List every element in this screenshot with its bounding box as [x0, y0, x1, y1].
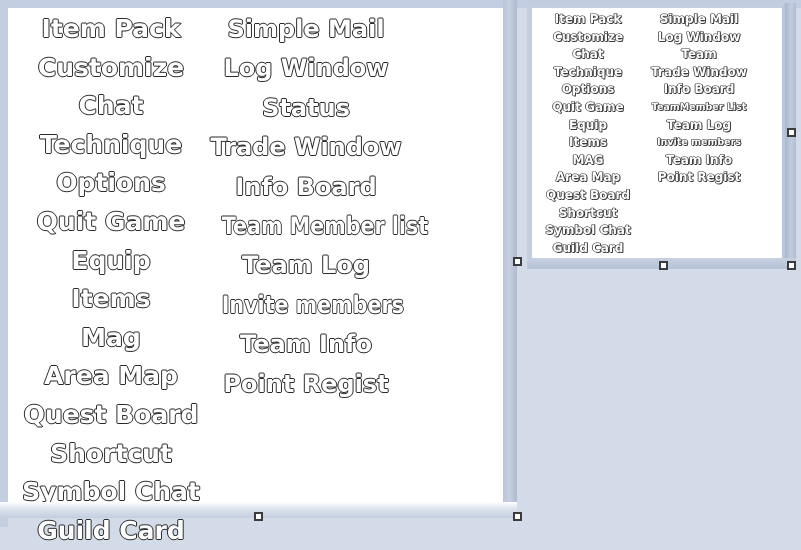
- main-menu-item-col1-3: Chat: [78, 91, 144, 121]
- left-edge-band: [0, 0, 8, 527]
- preview-menu-item-col1-12: Shortcut: [558, 205, 618, 220]
- preview-menu-item-col1-1: Item Pack: [554, 12, 622, 27]
- main-menu-item-col2-3: Status: [262, 93, 351, 122]
- main-menu-item-col2-6: Team Member list: [221, 211, 429, 241]
- preview-menu-item-col1-14: Guild Card: [552, 240, 624, 255]
- main-canvas-right-edge[interactable]: [503, 0, 517, 510]
- preview-menu-column-2: Simple Mail Log Window Team Trade Window Inf…: [644, 11, 754, 187]
- preview-menu-item-col2-2: Log Window: [657, 29, 741, 44]
- preview-menu-item-col2-1: Simple Mail: [659, 12, 739, 27]
- preview-menu-item-col2-5: Info Board: [663, 82, 735, 97]
- preview-menu-item-col2-4: Trade Window: [651, 64, 747, 79]
- main-menu-item-col2-10: Point Regist: [223, 369, 389, 398]
- preview-menu-item-col1-4: Technique: [553, 64, 623, 79]
- main-menu-column-1: Item Pack Customize Chat Technique Options Qu…: [16, 10, 206, 550]
- main-menu-item-col2-5: Info Board: [235, 172, 377, 201]
- preview-menu-column-1: Item Pack Customize Chat Technique Options Qu…: [536, 11, 640, 257]
- main-menu-item-col1-11: Quest Board: [23, 399, 199, 429]
- preview-menu-item-col2-9: Team Info: [666, 152, 733, 167]
- main-menu-item-col2-4: Trade Window: [210, 133, 402, 162]
- main-menu-item-col2-2: Log Window: [223, 54, 389, 83]
- preview-thumbnail-panel[interactable]: Item Pack Customize Chat Technique Options Qu…: [527, 3, 785, 262]
- main-menu-item-col1-10: Area Map: [44, 361, 179, 391]
- preview-menu-item-col2-10: Point Regist: [657, 170, 741, 185]
- preview-menu-item-col2-7: Team Log: [667, 117, 732, 132]
- main-menu-item-col2-8: Invite members: [221, 290, 404, 319]
- handle-preview-right-middle[interactable]: [787, 128, 796, 137]
- preview-menu-item-col1-10: Area Map: [555, 170, 621, 185]
- main-menu-item-col1-4: Technique: [39, 129, 183, 159]
- main-menu-item-col2-7: Team Log: [241, 251, 370, 280]
- main-menu-item-col1-6: Quit Game: [36, 206, 186, 236]
- main-menu-item-col1-8: Items: [71, 284, 151, 314]
- preview-menu-item-col1-2: Customize: [552, 29, 624, 44]
- main-menu-item-col1-2: Customize: [37, 52, 185, 82]
- preview-menu-item-col1-13: Symbol Chat: [545, 223, 631, 238]
- handle-main-right-middle[interactable]: [513, 257, 522, 266]
- handle-preview-bottom-right[interactable]: [787, 261, 796, 270]
- main-menu-item-col1-12: Shortcut: [50, 438, 173, 468]
- main-menu-column-2: Simple Mail Log Window Status Trade Window I…: [208, 10, 429, 404]
- handle-main-bottom-center[interactable]: [254, 512, 263, 521]
- preview-menu-item-col1-5: Options: [561, 82, 615, 97]
- preview-menu-item-col2-8: Invite members: [657, 137, 742, 149]
- handle-preview-bottom-center[interactable]: [659, 261, 668, 270]
- main-menu-item-col2-9: Team Info: [239, 330, 372, 359]
- preview-menu-item-col1-7: Equip: [568, 117, 608, 132]
- main-menu-item-col1-9: Mag: [81, 322, 142, 352]
- main-menu-item-col1-1: Item Pack: [41, 13, 181, 43]
- main-menu-item-col1-5: Options: [56, 168, 167, 198]
- main-menu-item-col1-7: Equip: [71, 245, 151, 275]
- preview-menu-item-col2-6: TeamMember List: [651, 101, 747, 114]
- preview-menu-item-col1-11: Quest Board: [546, 187, 631, 203]
- handle-main-bottom-right[interactable]: [513, 512, 522, 521]
- main-text-canvas[interactable]: Item Pack Customize Chat Technique Options Qu…: [8, 8, 503, 545]
- preview-menu-item-col1-8: Items: [569, 135, 608, 150]
- preview-menu-item-col1-9: MAG: [572, 152, 604, 167]
- preview-menu-item-col1-6: Quit Game: [552, 99, 624, 115]
- preview-inner: Item Pack Customize Chat Technique Options Qu…: [532, 8, 782, 259]
- preview-menu-item-col1-3: Chat: [572, 47, 604, 62]
- main-menu-item-col2-1: Simple Mail: [227, 14, 385, 43]
- preview-menu-item-col2-3: Team: [681, 47, 717, 62]
